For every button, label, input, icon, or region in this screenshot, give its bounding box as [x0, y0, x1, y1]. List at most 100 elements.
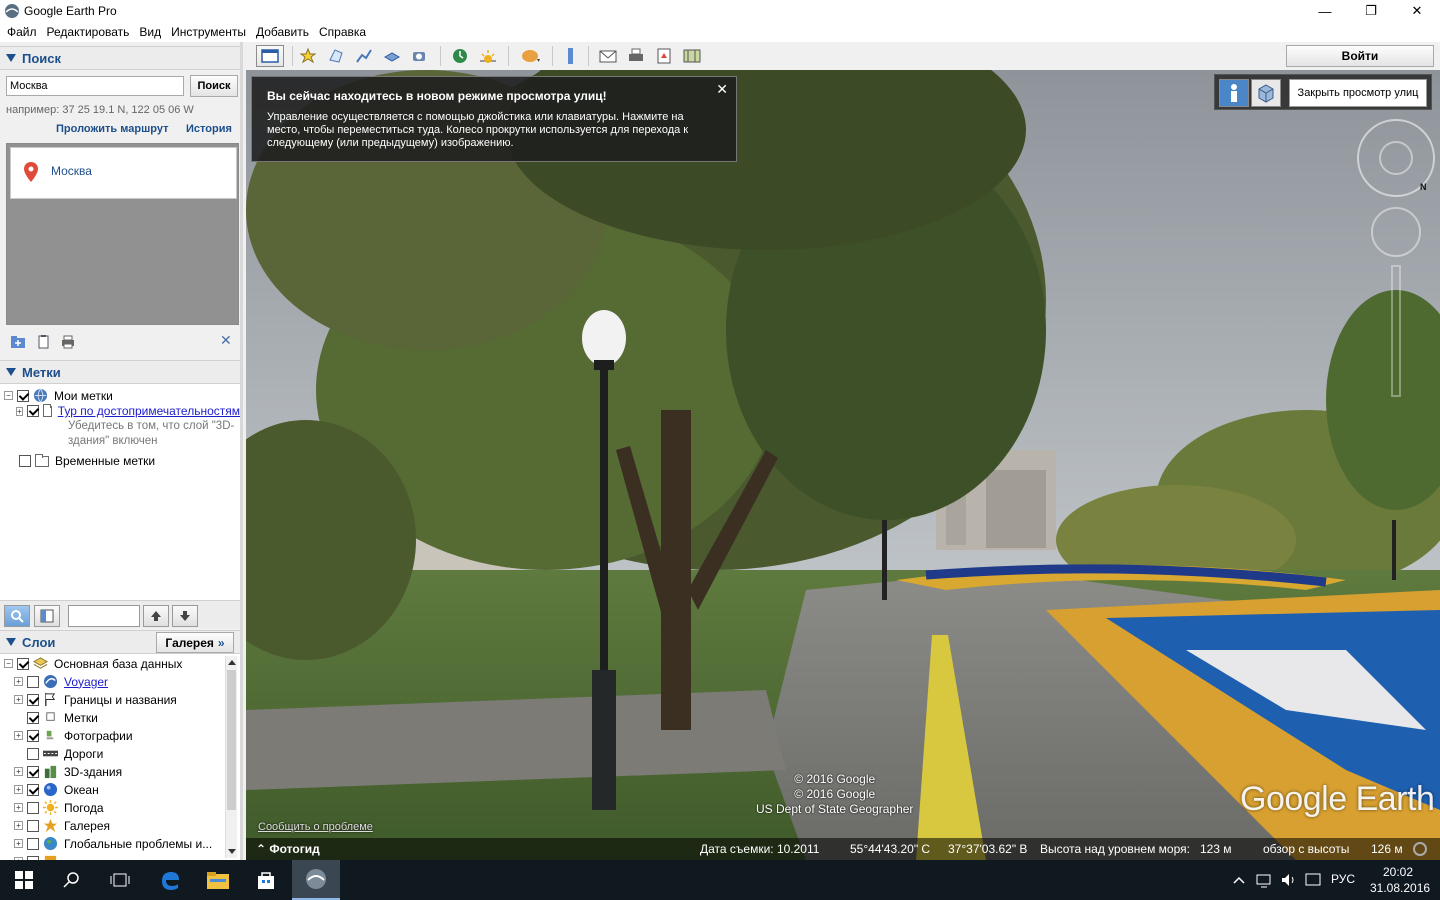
search-input[interactable] [6, 76, 184, 96]
close-window-button[interactable]: ✕ [1394, 0, 1440, 22]
expand-toggle[interactable]: + [14, 839, 23, 848]
expand-toggle[interactable]: + [16, 406, 23, 416]
scroll-thumb[interactable] [227, 670, 236, 810]
edge-browser-button[interactable] [146, 860, 194, 900]
search-places-button[interactable] [4, 605, 30, 627]
places-section-header[interactable]: Метки [0, 360, 240, 384]
scroll-up-icon[interactable] [228, 660, 236, 665]
menu-view[interactable]: Вид [134, 22, 166, 42]
layer-checkbox[interactable] [27, 765, 39, 778]
email-button[interactable] [596, 45, 620, 67]
start-button[interactable] [0, 860, 48, 900]
google-earth-taskbar-button[interactable] [292, 860, 340, 900]
save-image-button[interactable] [652, 45, 676, 67]
clear-results-icon[interactable]: ✕ [220, 332, 232, 349]
layer-item-photos[interactable]: + Фотографии [14, 728, 133, 743]
print-icon[interactable] [60, 334, 76, 350]
print-button[interactable] [624, 45, 648, 67]
expand-toggle[interactable]: + [14, 821, 23, 830]
places-checkbox[interactable] [26, 405, 39, 417]
layer-checkbox[interactable] [27, 819, 39, 832]
file-explorer-button[interactable] [194, 860, 242, 900]
ground-view-button[interactable] [1219, 79, 1249, 107]
photo-view-button[interactable] [1251, 79, 1281, 107]
copy-icon[interactable] [36, 334, 52, 350]
search-button[interactable]: Поиск [190, 75, 238, 97]
search-section-header[interactable]: Поиск [0, 46, 240, 70]
layer-item-global-awareness[interactable]: + Глобальные проблемы и... [14, 836, 212, 851]
search-result-item[interactable]: Москва [10, 147, 237, 199]
expand-toggle[interactable]: + [14, 785, 23, 794]
layer-item-3d-buildings[interactable]: + 3D-здания [14, 764, 122, 779]
places-item-my-places[interactable]: − Мои метки [4, 388, 113, 403]
menu-tools[interactable]: Инструменты [166, 22, 251, 42]
add-placemark-button[interactable] [296, 45, 320, 67]
scroll-down-icon[interactable] [228, 849, 236, 854]
expand-toggle[interactable]: + [14, 803, 23, 812]
minimize-button[interactable]: — [1302, 0, 1348, 22]
places-checkbox[interactable] [19, 455, 31, 467]
expand-toggle[interactable]: + [14, 731, 23, 740]
add-path-button[interactable] [352, 45, 376, 67]
expand-toggle[interactable]: + [14, 677, 23, 686]
layer-item-weather[interactable]: + Погода [14, 800, 104, 815]
layer-item-voyager[interactable]: + Voyager [14, 674, 108, 689]
menu-edit[interactable]: Редактировать [42, 22, 135, 42]
switch-planet-button[interactable] [516, 45, 546, 67]
layer-item-roads[interactable]: Дороги [27, 746, 103, 761]
network-icon[interactable] [1256, 872, 1274, 888]
google-maps-button[interactable] [680, 45, 704, 67]
report-problem-link[interactable]: Сообщить о проблеме [258, 821, 373, 833]
places-checkbox[interactable] [17, 389, 29, 402]
menu-add[interactable]: Добавить [251, 22, 314, 42]
search-taskbar-button[interactable] [48, 860, 96, 900]
exit-streetview-button[interactable]: Закрыть просмотр улиц [1289, 79, 1427, 107]
sidebar-toggle-button[interactable] [34, 605, 60, 627]
move-down-button[interactable] [172, 605, 198, 627]
notification-icon[interactable] [1304, 872, 1322, 888]
historical-imagery-button[interactable] [448, 45, 472, 67]
tour-guide-toggle[interactable]: ⌃ Фотогид [256, 842, 320, 856]
layer-item-ocean[interactable]: + Океан [14, 782, 99, 797]
layer-checkbox[interactable] [27, 801, 39, 814]
collapse-toggle[interactable]: − [4, 391, 13, 400]
sign-in-button[interactable]: Войти [1286, 45, 1434, 67]
add-to-places-icon[interactable] [10, 334, 26, 350]
sunlight-button[interactable] [476, 45, 500, 67]
layer-checkbox[interactable] [27, 747, 39, 760]
layers-scrollbar[interactable] [225, 656, 237, 858]
places-item-tour[interactable]: + Тур по достопримечательностям [16, 404, 240, 418]
layer-checkbox[interactable] [27, 711, 39, 724]
street-view-panorama[interactable] [246, 70, 1440, 860]
volume-icon[interactable] [1280, 872, 1298, 888]
layer-item-gallery[interactable]: + Галерея [14, 818, 110, 833]
layer-item-label[interactable]: Voyager [64, 675, 108, 689]
add-image-overlay-button[interactable] [380, 45, 404, 67]
street-view[interactable]: Вы сейчас находитесь в новом режиме прос… [246, 70, 1440, 860]
input-language[interactable]: РУС [1331, 872, 1355, 886]
expand-toggle[interactable]: + [14, 767, 23, 776]
places-item-label[interactable]: Тур по достопримечательностям [58, 404, 240, 418]
hide-sidebar-button[interactable] [256, 45, 284, 67]
store-button[interactable] [242, 860, 290, 900]
ruler-button[interactable] [558, 45, 582, 67]
record-tour-button[interactable] [408, 45, 432, 67]
menu-help[interactable]: Справка [314, 22, 371, 42]
layers-section-header[interactable]: Слои Галерея » [0, 630, 240, 654]
layer-item-places[interactable]: Метки [27, 710, 98, 725]
layer-checkbox[interactable] [27, 729, 39, 742]
collapse-toggle[interactable]: − [4, 659, 13, 668]
move-up-button[interactable] [143, 605, 169, 627]
expand-toggle[interactable]: + [14, 695, 23, 704]
gallery-button[interactable]: Галерея » [156, 632, 234, 653]
layer-checkbox[interactable] [27, 837, 39, 850]
layer-checkbox[interactable] [17, 657, 29, 670]
get-directions-link[interactable]: Проложить маршрут [56, 123, 168, 135]
system-clock[interactable]: 20:02 31.08.2016 [1370, 864, 1430, 896]
places-filter-input[interactable] [68, 605, 140, 627]
zoom-slider[interactable] [1391, 265, 1401, 397]
layer-checkbox[interactable] [27, 783, 39, 796]
tray-chevron-icon[interactable] [1232, 873, 1246, 887]
layer-item-borders[interactable]: + Границы и названия [14, 692, 177, 707]
layer-checkbox[interactable] [27, 675, 39, 688]
